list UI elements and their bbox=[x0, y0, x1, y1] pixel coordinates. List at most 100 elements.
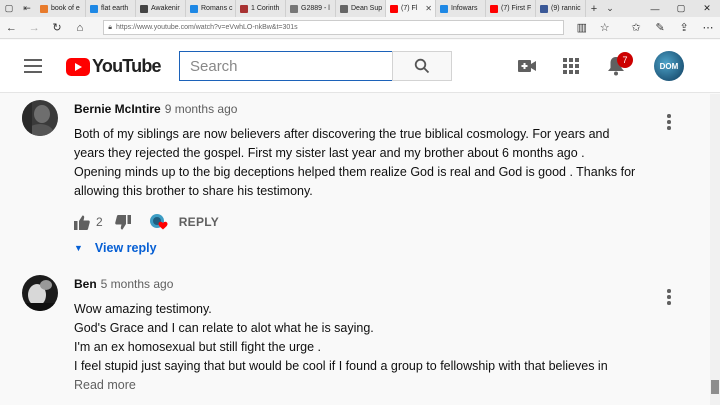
youtube-logo[interactable]: YouTube bbox=[66, 56, 162, 77]
upload-video-icon[interactable] bbox=[516, 55, 538, 77]
menu-icon[interactable] bbox=[24, 59, 42, 73]
comment-line: Wow amazing testimony. bbox=[74, 302, 212, 316]
comment-line: Opening minds up to the big deceptions h… bbox=[74, 165, 636, 179]
maximize-button[interactable]: ▢ bbox=[668, 0, 694, 17]
comment-header: Ben 5 months ago bbox=[74, 275, 654, 293]
share-icon[interactable]: ⇪ bbox=[672, 17, 696, 39]
back-arrow-icon[interactable]: ← bbox=[0, 17, 23, 39]
comment-body: Ben 5 months ago Wow amazing testimony. G… bbox=[74, 275, 654, 392]
tab-favicon-icon bbox=[240, 4, 248, 13]
logo-text: YouTube bbox=[92, 56, 162, 76]
minimize-button[interactable]: — bbox=[642, 0, 668, 17]
comment-line: I'm an ex homosexual but still fight the… bbox=[74, 340, 321, 354]
tab-favicon-icon bbox=[390, 4, 398, 13]
tab-favicon-icon bbox=[40, 4, 48, 13]
comment-menu-icon[interactable] bbox=[666, 114, 672, 132]
tab-preview-icon[interactable]: ⇤ bbox=[18, 0, 36, 17]
commenter-avatar[interactable] bbox=[22, 100, 58, 136]
comment-menu-icon[interactable] bbox=[666, 289, 672, 307]
tab-actions-icon[interactable]: ▢ bbox=[0, 0, 18, 17]
scrollbar-thumb[interactable] bbox=[711, 380, 719, 394]
browser-tab[interactable]: flat earth bbox=[86, 0, 136, 17]
comment-time[interactable]: 5 months ago bbox=[101, 277, 174, 291]
browser-tab[interactable]: 1 Corinth bbox=[236, 0, 286, 17]
tab-label: Dean Sup bbox=[351, 5, 383, 12]
browser-tab[interactable]: (7) Fl ✕ bbox=[386, 0, 436, 17]
tab-favicon-icon bbox=[340, 4, 348, 13]
tab-label: G2889 - l bbox=[301, 5, 330, 12]
dislike-button[interactable] bbox=[114, 214, 131, 230]
forward-arrow-icon[interactable]: → bbox=[23, 17, 46, 39]
apps-grid-icon[interactable] bbox=[560, 55, 582, 77]
tab-list-dropdown-icon[interactable]: ⌄ bbox=[602, 3, 618, 14]
more-icon[interactable]: ⋯ bbox=[696, 17, 720, 39]
favorite-star-icon[interactable]: ☆ bbox=[593, 17, 616, 39]
view-reply-toggle[interactable]: ▼ View reply bbox=[74, 241, 654, 255]
comment-line: Both of my siblings are now believers af… bbox=[74, 127, 610, 141]
browser-tab[interactable]: Dean Sup bbox=[336, 0, 386, 17]
comment-actions: 2 REPLY bbox=[74, 213, 654, 231]
tab-label: (9) rannic bbox=[551, 5, 581, 12]
like-count: 2 bbox=[96, 215, 103, 229]
url-text: https://www.youtube.com/watch?v=eVwhLO-n… bbox=[115, 24, 298, 31]
comment-time[interactable]: 9 months ago bbox=[165, 102, 238, 116]
view-reply-label: View reply bbox=[94, 241, 157, 255]
reply-button[interactable]: REPLY bbox=[179, 215, 219, 229]
browser-tab[interactable]: (9) rannic bbox=[536, 0, 586, 17]
browser-tab[interactable]: Infowars bbox=[436, 0, 486, 17]
comment-author[interactable]: Ben bbox=[74, 277, 97, 291]
thumbs-up-icon bbox=[74, 215, 90, 230]
tab-label: (7) Fl bbox=[401, 5, 418, 12]
search-button[interactable] bbox=[392, 51, 452, 81]
read-more-link[interactable]: Read more bbox=[74, 378, 654, 392]
notification-count-badge: 7 bbox=[617, 52, 633, 68]
tab-favicon-icon bbox=[90, 4, 98, 13]
comment-text: Wow amazing testimony. God's Grace and I… bbox=[74, 300, 654, 376]
page-scrollbar[interactable] bbox=[710, 94, 720, 405]
refresh-icon[interactable]: ↻ bbox=[46, 17, 69, 39]
tab-favicon-icon bbox=[290, 4, 298, 13]
creator-heart-icon bbox=[149, 213, 169, 231]
browser-tab[interactable]: (7) First F bbox=[486, 0, 536, 17]
browser-tab[interactable]: book of e bbox=[36, 0, 86, 17]
tab-favicon-icon bbox=[540, 4, 548, 13]
close-window-button[interactable]: ✕ bbox=[694, 0, 720, 17]
youtube-header: YouTube bbox=[0, 40, 720, 93]
tab-favicon-icon bbox=[440, 4, 448, 13]
window-controls: — ▢ ✕ bbox=[642, 0, 720, 17]
like-button[interactable] bbox=[74, 215, 90, 230]
favorites-hub-icon[interactable]: ✩ bbox=[624, 17, 648, 39]
account-avatar[interactable]: DOM bbox=[654, 51, 684, 81]
browser-nav-bar: ← → ↻ ⌂ 🔒︎ https://www.youtube.com/watch… bbox=[0, 17, 720, 39]
comment-text: Both of my siblings are now believers af… bbox=[74, 125, 654, 201]
pen-icon[interactable]: ✎ bbox=[648, 17, 672, 39]
comments-section: Bernie McIntire 9 months ago Both of my s… bbox=[0, 94, 710, 405]
caret-down-icon: ▼ bbox=[74, 243, 83, 253]
lock-icon: 🔒︎ bbox=[108, 23, 112, 31]
tab-list: book of e flat earth Awakenir Romans c 1 Cor… bbox=[36, 0, 586, 17]
tab-label: flat earth bbox=[101, 5, 129, 12]
tab-label: Awakenir bbox=[151, 5, 180, 12]
tab-label: book of e bbox=[51, 5, 80, 12]
search-input[interactable] bbox=[179, 51, 393, 81]
tab-label: 1 Corinth bbox=[251, 5, 280, 12]
home-icon[interactable]: ⌂ bbox=[68, 17, 91, 39]
tab-label: (7) First F bbox=[501, 5, 532, 12]
address-bar[interactable]: 🔒︎ https://www.youtube.com/watch?v=eVwhL… bbox=[103, 20, 565, 35]
comment-line: allowing this brother to share his testi… bbox=[74, 184, 313, 198]
new-tab-button[interactable]: + bbox=[586, 3, 602, 15]
browser-tab-strip: ▢ ⇤ book of e flat earth Awakenir Romans c 1… bbox=[0, 0, 720, 17]
comment-line: God's Grace and I can relate to alot wha… bbox=[74, 321, 374, 335]
reading-view-icon[interactable]: ▥ bbox=[570, 17, 593, 39]
comment-header: Bernie McIntire 9 months ago bbox=[74, 100, 654, 118]
browser-tab[interactable]: Romans c bbox=[186, 0, 236, 17]
browser-tab[interactable]: Awakenir bbox=[136, 0, 186, 17]
tab-favicon-icon bbox=[490, 4, 498, 13]
comment-line: years they rejected the gospel. First my… bbox=[74, 146, 585, 160]
close-tab-icon[interactable]: ✕ bbox=[425, 4, 432, 13]
browser-tab[interactable]: G2889 - l bbox=[286, 0, 336, 17]
tab-label: Infowars bbox=[451, 5, 478, 12]
commenter-avatar[interactable] bbox=[22, 275, 58, 311]
comment-line: I feel stupid just saying that but would… bbox=[74, 359, 608, 373]
comment-author[interactable]: Bernie McIntire bbox=[74, 102, 161, 116]
